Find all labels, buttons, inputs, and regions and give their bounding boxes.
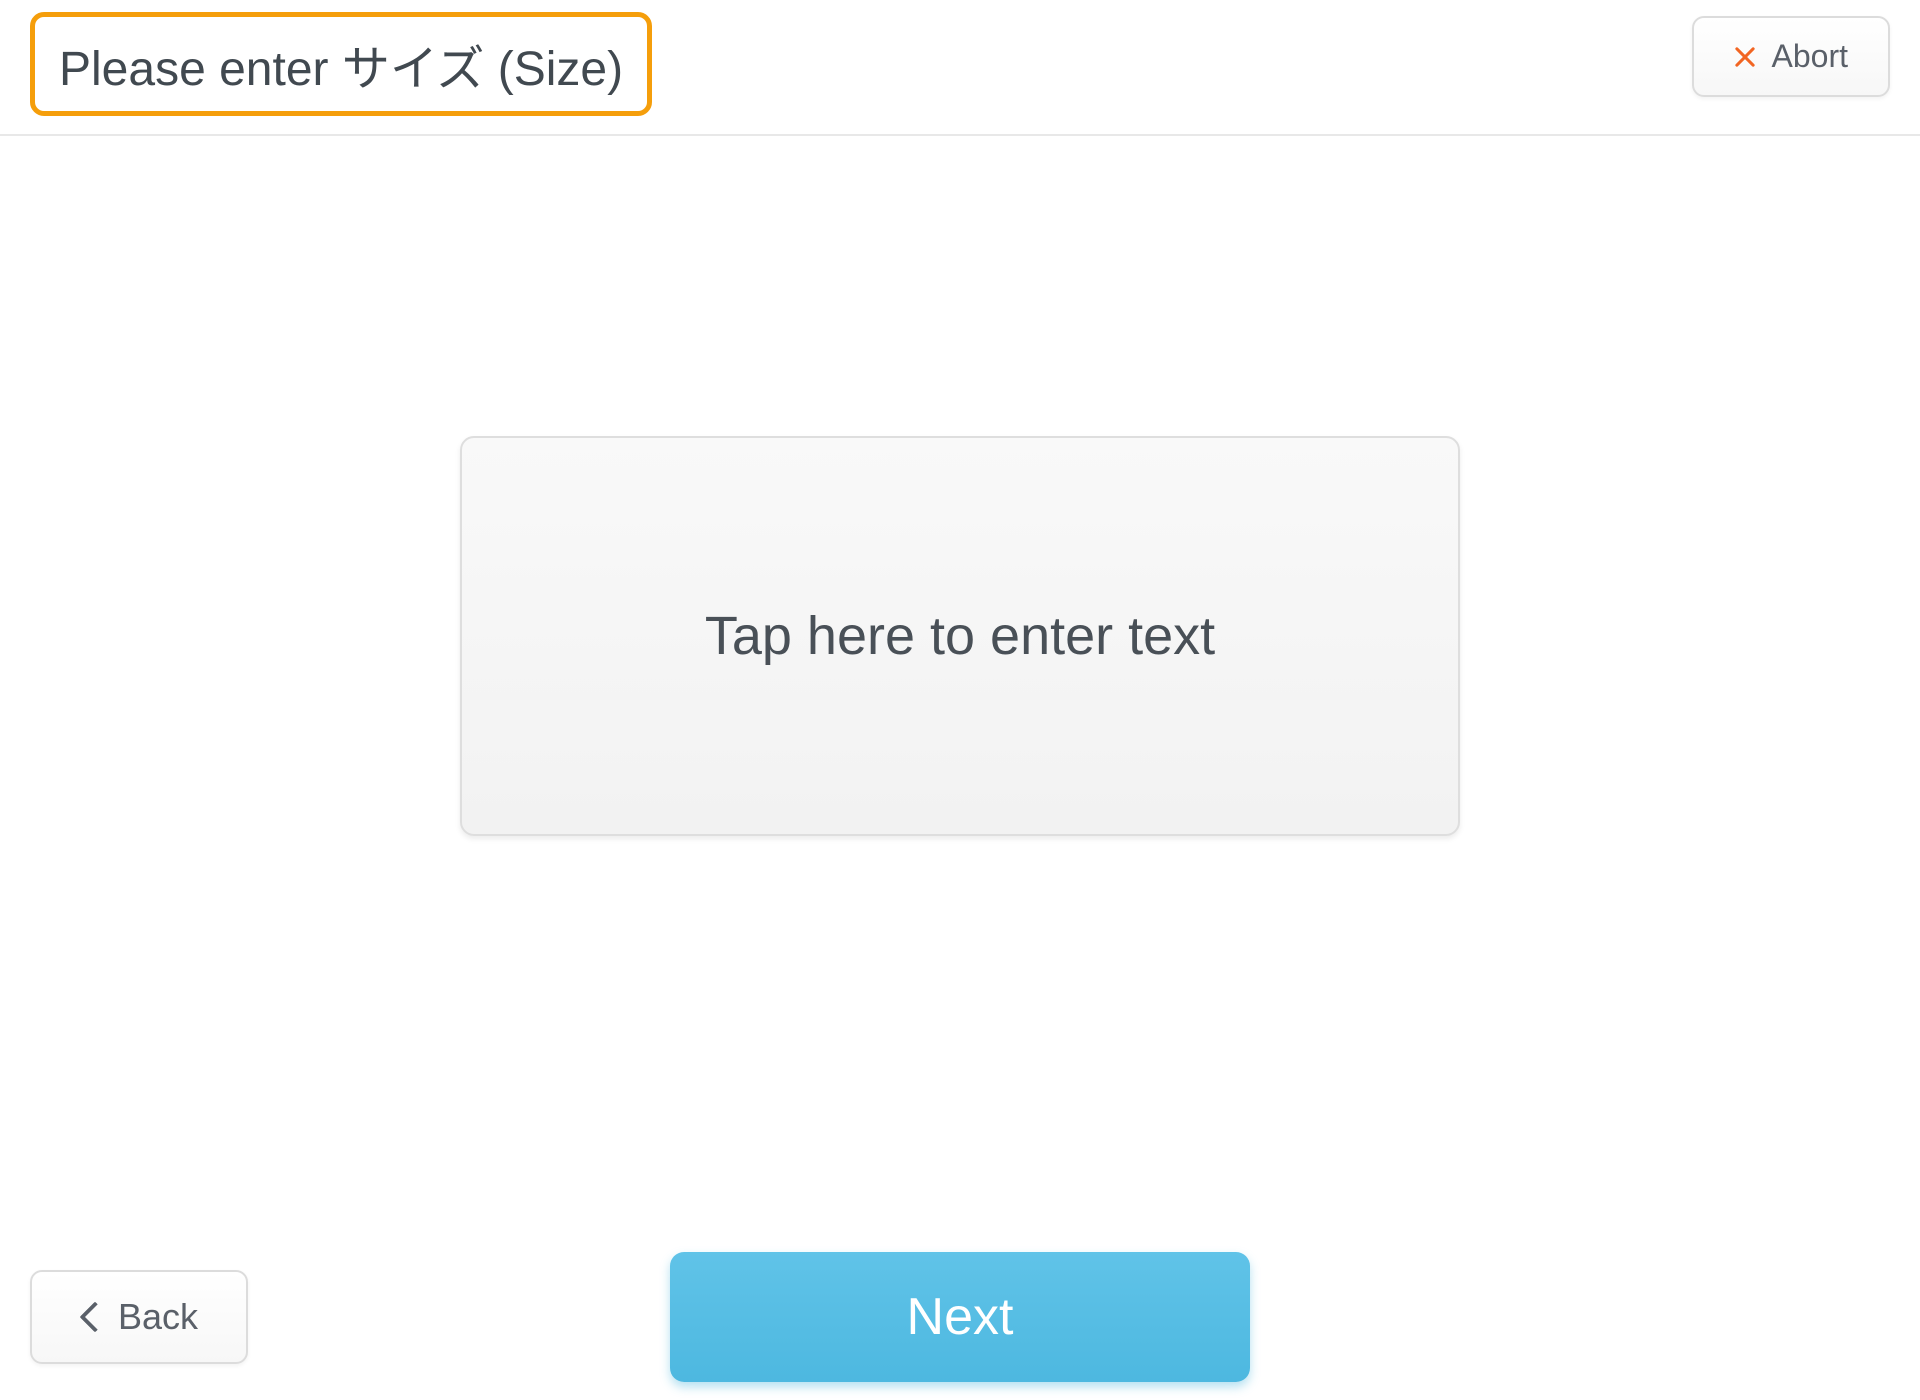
- header-bar: Please enter サイズ (Size) Abort: [0, 0, 1920, 136]
- input-placeholder: Tap here to enter text: [705, 605, 1215, 667]
- title-highlight-box: Please enter サイズ (Size): [30, 12, 652, 116]
- next-button[interactable]: Next: [670, 1252, 1250, 1382]
- abort-button[interactable]: Abort: [1692, 16, 1890, 97]
- back-button[interactable]: Back: [30, 1270, 248, 1364]
- main-content: Tap here to enter text: [0, 136, 1920, 836]
- text-input-field[interactable]: Tap here to enter text: [460, 436, 1460, 836]
- next-button-label: Next: [907, 1287, 1014, 1347]
- close-icon: [1734, 46, 1756, 68]
- footer-bar: Back Next: [0, 1270, 1920, 1364]
- page-title: Please enter サイズ (Size): [59, 29, 623, 99]
- chevron-left-icon: [80, 1304, 96, 1330]
- back-button-label: Back: [118, 1296, 198, 1338]
- abort-button-label: Abort: [1772, 38, 1848, 75]
